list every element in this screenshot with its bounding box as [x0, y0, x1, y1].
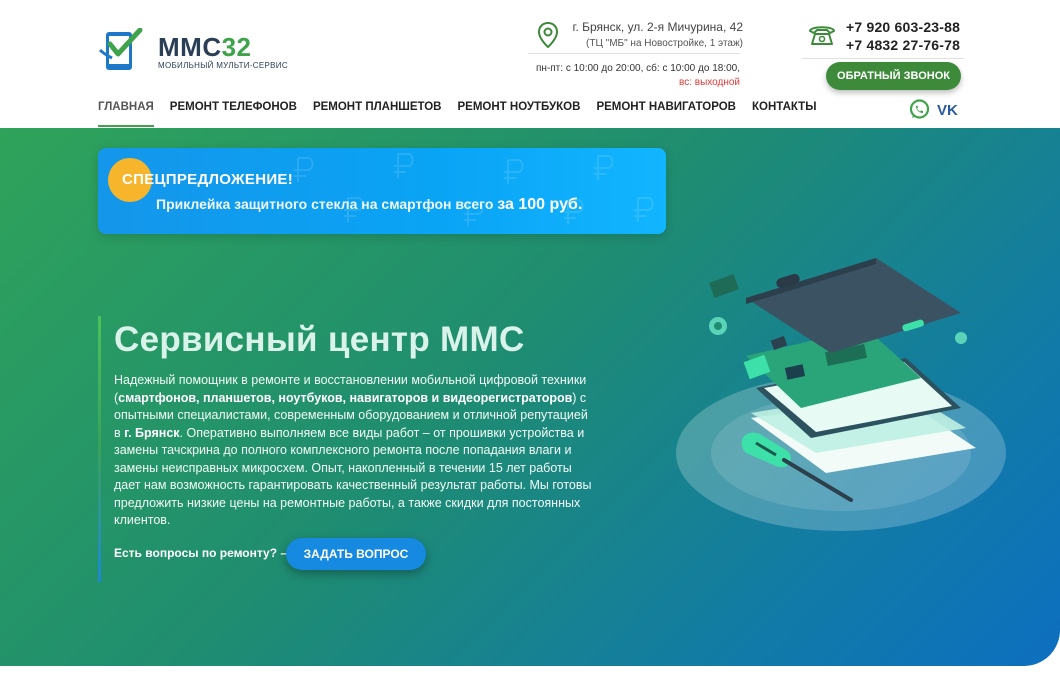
nav-item-tablets[interactable]: РЕМОНТ ПЛАНШЕТОВ	[313, 101, 442, 127]
vk-icon[interactable]: VK	[937, 102, 958, 119]
desc-part-3: . Оперативно выполняем все виды работ – …	[114, 425, 592, 528]
nav-item-home[interactable]: ГЛАВНАЯ	[98, 101, 154, 127]
nav-item-navigators[interactable]: РЕМОНТ НАВИГАТОРОВ	[596, 101, 736, 127]
phone-disassembly-illustration	[676, 258, 1006, 531]
ask-label: Есть вопросы по ремонту? –	[114, 546, 288, 560]
logo-brand: ММС	[158, 32, 222, 62]
desc-bold-2: г. Брянск	[124, 425, 180, 440]
address-note: (ТЦ "МБ" на Новостройке, 1 этаж)	[586, 38, 743, 49]
map-pin-icon	[537, 21, 559, 53]
phone-check-icon	[98, 27, 148, 74]
promo-description: Приклейка защитного стекла на смартфон в…	[156, 196, 494, 212]
phone-link-1[interactable]: +7 920 603-23-88	[846, 18, 960, 36]
hero-section: СПЕЦПРЕДЛОЖЕНИЕ! Приклейка защитного сте…	[0, 128, 1060, 666]
address-block: г. Брянск, ул. 2-я Мичурина, 42 (ТЦ "МБ"…	[537, 20, 743, 49]
phone-numbers: +7 920 603-23-88 +7 4832 27-76-78	[846, 18, 960, 54]
promo-text: Приклейка защитного стекла на смартфон в…	[156, 196, 582, 214]
desc-bold-1: смартфонов, планшетов, ноутбуков, навига…	[118, 390, 573, 405]
nav-item-contacts[interactable]: КОНТАКТЫ	[752, 101, 816, 127]
promo-title: СПЕЦПРЕДЛОЖЕНИЕ!	[122, 171, 294, 188]
logo-subtitle: МОБИЛЬНЫЙ МУЛЬТИ-СЕРВИС	[158, 61, 288, 70]
phone-link-2[interactable]: +7 4832 27-76-78	[846, 36, 960, 54]
callback-button[interactable]: ОБРАТНЫЙ ЗВОНОК	[826, 62, 961, 90]
logo-number: 32	[221, 32, 252, 62]
whatsapp-icon[interactable]	[909, 99, 930, 125]
ask-question-button[interactable]: ЗАДАТЬ ВОПРОС	[286, 538, 426, 570]
promo-price: за 100 руб.	[497, 196, 583, 213]
site-header: ММС32 МОБИЛЬНЫЙ МУЛЬТИ-СЕРВИС г. Брянск,…	[0, 0, 1060, 128]
special-offer-banner[interactable]: СПЕЦПРЕДЛОЖЕНИЕ! Приклейка защитного сте…	[98, 148, 666, 234]
address-line: г. Брянск, ул. 2-я Мичурина, 42	[572, 20, 743, 34]
divider	[528, 53, 740, 54]
logo[interactable]: ММС32 МОБИЛЬНЫЙ МУЛЬТИ-СЕРВИС	[98, 27, 288, 74]
accent-line	[98, 316, 101, 582]
ruble-pattern	[294, 153, 654, 226]
nav-item-laptops[interactable]: РЕМОНТ НОУТБУКОВ	[458, 101, 581, 127]
main-nav: ГЛАВНАЯ РЕМОНТ ТЕЛЕФОНОВ РЕМОНТ ПЛАНШЕТО…	[98, 101, 832, 127]
day-off: вс: выходной	[679, 77, 740, 88]
logo-title: ММС32	[158, 32, 288, 63]
nav-item-phones[interactable]: РЕМОНТ ТЕЛЕФОНОВ	[170, 101, 297, 127]
hero-title: Сервисный центр ММС	[114, 320, 525, 359]
hero-description: Надежный помощник в ремонте и восстановл…	[114, 372, 594, 530]
working-hours: пн-пт: с 10:00 до 20:00, сб: с 10:00 до …	[536, 63, 740, 74]
divider	[802, 58, 964, 59]
telephone-icon	[808, 22, 836, 51]
